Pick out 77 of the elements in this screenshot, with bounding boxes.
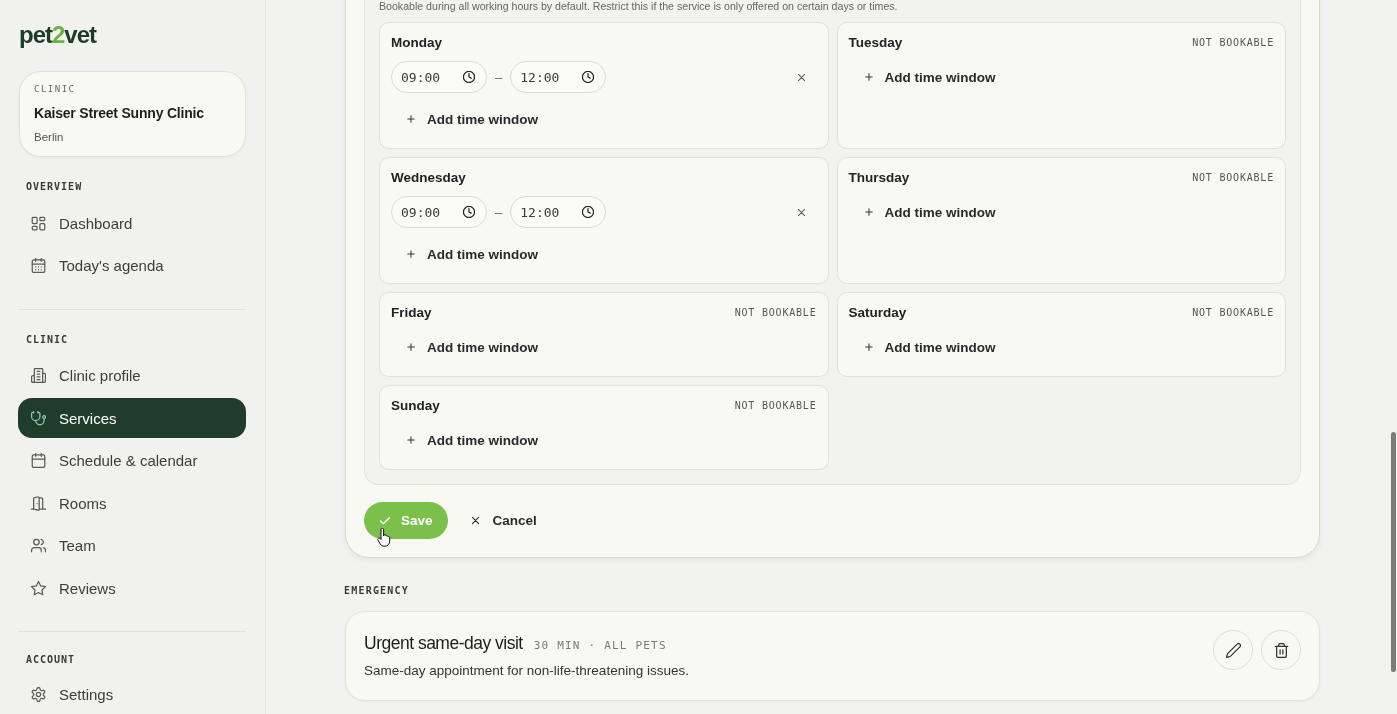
nav-item[interactable]: Services	[18, 398, 246, 438]
time-separator: –	[495, 69, 503, 85]
plus-icon	[863, 342, 874, 352]
hand-cursor-icon	[377, 528, 391, 547]
day-name: Friday	[391, 305, 432, 321]
availability-hint: Bookable during all working hours by default. Restrict this if the service is only offered on certain days or times.	[379, 0, 898, 13]
pencil-icon	[1225, 642, 1241, 658]
edit-button[interactable]	[1213, 630, 1253, 670]
star-icon	[31, 580, 46, 596]
delete-button[interactable]	[1261, 630, 1301, 670]
settings-icon	[31, 686, 46, 702]
nav-item[interactable]: Dashboard	[18, 203, 246, 243]
trash-icon	[1273, 642, 1289, 658]
time-separator: –	[495, 204, 503, 220]
section-title: EMERGENCY	[344, 585, 409, 597]
service-meta: 30 MIN · ALL PETS	[533, 639, 667, 652]
nav-item[interactable]: Settings	[18, 674, 246, 714]
cancel-button[interactable]: Cancel	[457, 502, 549, 539]
clock-icon	[463, 71, 475, 83]
calendar-icon	[31, 258, 46, 273]
day-name: Sunday	[391, 398, 440, 414]
clinic-city: Berlin	[34, 130, 64, 144]
time-field[interactable]: 09:00	[391, 61, 487, 93]
nav-item[interactable]: Schedule & calendar	[18, 440, 246, 481]
add-time-window-button[interactable]: Add time window	[391, 240, 548, 268]
day-name: Thursday	[848, 170, 910, 186]
service-description: Same-day appointment for non-life-threatening issues.	[364, 662, 689, 680]
plus-icon	[406, 342, 416, 352]
calendar-icon	[31, 453, 46, 468]
close-icon	[796, 71, 807, 83]
nav-item[interactable]: Clinic profile	[18, 355, 246, 396]
plus-icon	[863, 207, 874, 217]
service-title: Urgent same-day visit	[364, 632, 523, 654]
scrollbar-thumb[interactable]	[1391, 432, 1396, 672]
people-icon	[31, 538, 46, 553]
section-title: CLINIC	[26, 333, 69, 346]
nav-item[interactable]: Today's agenda	[18, 245, 246, 286]
stethoscope-icon	[31, 410, 46, 426]
clock-icon	[582, 206, 595, 218]
day-name: Saturday	[848, 305, 907, 321]
close-icon	[796, 206, 807, 218]
nav-item[interactable]: Team	[18, 525, 246, 566]
time-field[interactable]: 09:00	[391, 196, 487, 228]
day-name: Wednesday	[391, 170, 466, 186]
plus-icon	[406, 435, 416, 445]
plus-icon	[406, 114, 416, 124]
status-label: NOT BOOKABLE	[734, 400, 817, 412]
status-label: NOT BOOKABLE	[734, 307, 817, 319]
section-title: OVERVIEW	[26, 181, 83, 193]
add-time-window-button[interactable]: Add time window	[391, 333, 548, 361]
status-label: NOT BOOKABLE	[1192, 307, 1274, 319]
add-time-window-button[interactable]: Add time window	[848, 63, 1006, 91]
clinic-name: Kaiser Street Sunny Clinic	[34, 104, 204, 122]
grid-icon	[31, 215, 46, 231]
nav-item[interactable]: Reviews	[18, 568, 246, 608]
building-icon	[31, 368, 46, 383]
time-field[interactable]: 12:00	[510, 61, 607, 93]
add-time-window-button[interactable]: Add time window	[848, 198, 1006, 226]
status-label: NOT BOOKABLE	[1192, 37, 1274, 49]
day-name: Tuesday	[848, 35, 903, 51]
clock-icon	[582, 71, 595, 83]
plus-icon	[863, 72, 874, 82]
clock-icon	[463, 206, 475, 218]
nav-item[interactable]: Rooms	[18, 483, 246, 523]
check-icon	[379, 514, 391, 527]
status-label: NOT BOOKABLE	[1192, 172, 1274, 184]
plus-icon	[406, 249, 416, 259]
logo: pet2vet	[19, 21, 97, 49]
add-time-window-button[interactable]: Add time window	[391, 105, 548, 133]
time-field[interactable]: 12:00	[510, 196, 607, 228]
door-icon	[31, 495, 46, 511]
close-icon	[469, 515, 481, 526]
add-time-window-button[interactable]: Add time window	[391, 426, 548, 454]
add-time-window-button[interactable]: Add time window	[848, 333, 1006, 361]
card-label: CLINIC	[34, 84, 76, 95]
day-name: Monday	[391, 35, 442, 51]
section-title: ACCOUNT	[26, 654, 76, 666]
